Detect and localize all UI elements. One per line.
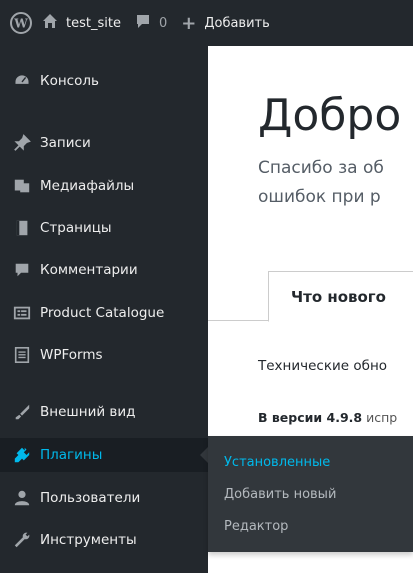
comment-bubble-icon: [135, 13, 151, 33]
sidebar-item-label: Внешний вид: [40, 404, 136, 420]
sidebar-item-label: Product Catalogue: [40, 305, 165, 321]
svg-text:W: W: [13, 17, 28, 31]
new-content-label: Добавить: [204, 15, 270, 31]
media-icon: [4, 177, 40, 195]
active-menu-arrow: [200, 447, 208, 463]
appearance-icon: [4, 403, 40, 421]
plus-icon: +: [181, 12, 197, 34]
site-name-link[interactable]: test_site: [42, 0, 135, 46]
sidebar-item-label: Записи: [40, 135, 91, 151]
submenu-item-label: Добавить новый: [224, 486, 337, 502]
new-content-button[interactable]: + Добавить: [181, 0, 270, 46]
sidebar-item-label: Комментарии: [40, 262, 138, 278]
pin-icon: [4, 134, 40, 152]
submenu-item-installed[interactable]: Установленные: [208, 446, 413, 478]
comments-link[interactable]: 0: [135, 0, 181, 46]
version-text: В версии 4.9.8: [258, 410, 363, 425]
sidebar-item-label: WPForms: [40, 347, 103, 363]
comments-icon: [4, 261, 40, 279]
wordpress-logo-button[interactable]: W: [0, 0, 42, 46]
site-name: test_site: [66, 15, 121, 31]
sidebar-item-plugins[interactable]: Плагины: [0, 438, 208, 472]
tools-icon: [4, 531, 40, 549]
about-tabs: Что нового: [208, 271, 413, 322]
sidebar-item-dashboard[interactable]: Консоль: [0, 64, 208, 98]
tab-whats-new[interactable]: Что нового: [268, 271, 413, 322]
users-icon: [4, 489, 40, 507]
sidebar-item-product-catalogue[interactable]: Product Catalogue: [0, 296, 208, 330]
sidebar-item-posts[interactable]: Записи: [0, 126, 208, 160]
sidebar-item-label: Пользователи: [40, 490, 141, 506]
plugins-submenu: Установленные Добавить новый Редактор: [208, 436, 413, 552]
sidebar-item-users[interactable]: Пользователи: [0, 481, 208, 515]
catalogue-icon: [4, 304, 40, 322]
wordpress-icon: W: [10, 12, 32, 34]
sidebar-item-label: Страницы: [40, 220, 112, 236]
submenu-item-editor[interactable]: Редактор: [208, 510, 413, 542]
sidebar-item-label: Плагины: [40, 447, 103, 463]
section-heading: Технические обно: [258, 358, 388, 374]
tab-label: Что нового: [291, 287, 386, 306]
plugins-icon: [4, 446, 40, 464]
dashboard-icon: [4, 72, 40, 90]
sidebar-item-label: Консоль: [40, 73, 99, 89]
submenu-item-add-new[interactable]: Добавить новый: [208, 478, 413, 510]
welcome-intro-line: Спасибо за об: [258, 158, 384, 178]
sidebar-item-wpforms[interactable]: WPForms: [0, 338, 208, 372]
section-text: В версии 4.9.8 испр: [258, 410, 397, 425]
page-title: Добро: [258, 90, 402, 141]
pages-icon: [4, 219, 40, 237]
sidebar-item-tools[interactable]: Инструменты: [0, 523, 208, 557]
home-icon: [42, 13, 58, 33]
admin-sidebar: Консоль Записи Медиафайлы Страницы Комме…: [0, 46, 208, 573]
sidebar-item-pages[interactable]: Страницы: [0, 211, 208, 245]
submenu-item-label: Установленные: [224, 454, 331, 470]
sidebar-item-comments[interactable]: Комментарии: [0, 253, 208, 287]
welcome-intro-line: ошибок при р: [258, 187, 381, 207]
section-text-rest: испр: [362, 410, 398, 425]
sidebar-item-appearance[interactable]: Внешний вид: [0, 395, 208, 429]
admin-bar: W test_site 0 + Добавить: [0, 0, 413, 46]
comments-count: 0: [158, 15, 168, 31]
submenu-item-label: Редактор: [224, 518, 289, 534]
sidebar-item-media[interactable]: Медиафайлы: [0, 169, 208, 203]
forms-icon: [4, 346, 40, 364]
welcome-intro: Спасибо за об ошибок при р: [258, 154, 384, 212]
sidebar-item-label: Инструменты: [40, 532, 137, 548]
sidebar-item-label: Медиафайлы: [40, 178, 135, 194]
